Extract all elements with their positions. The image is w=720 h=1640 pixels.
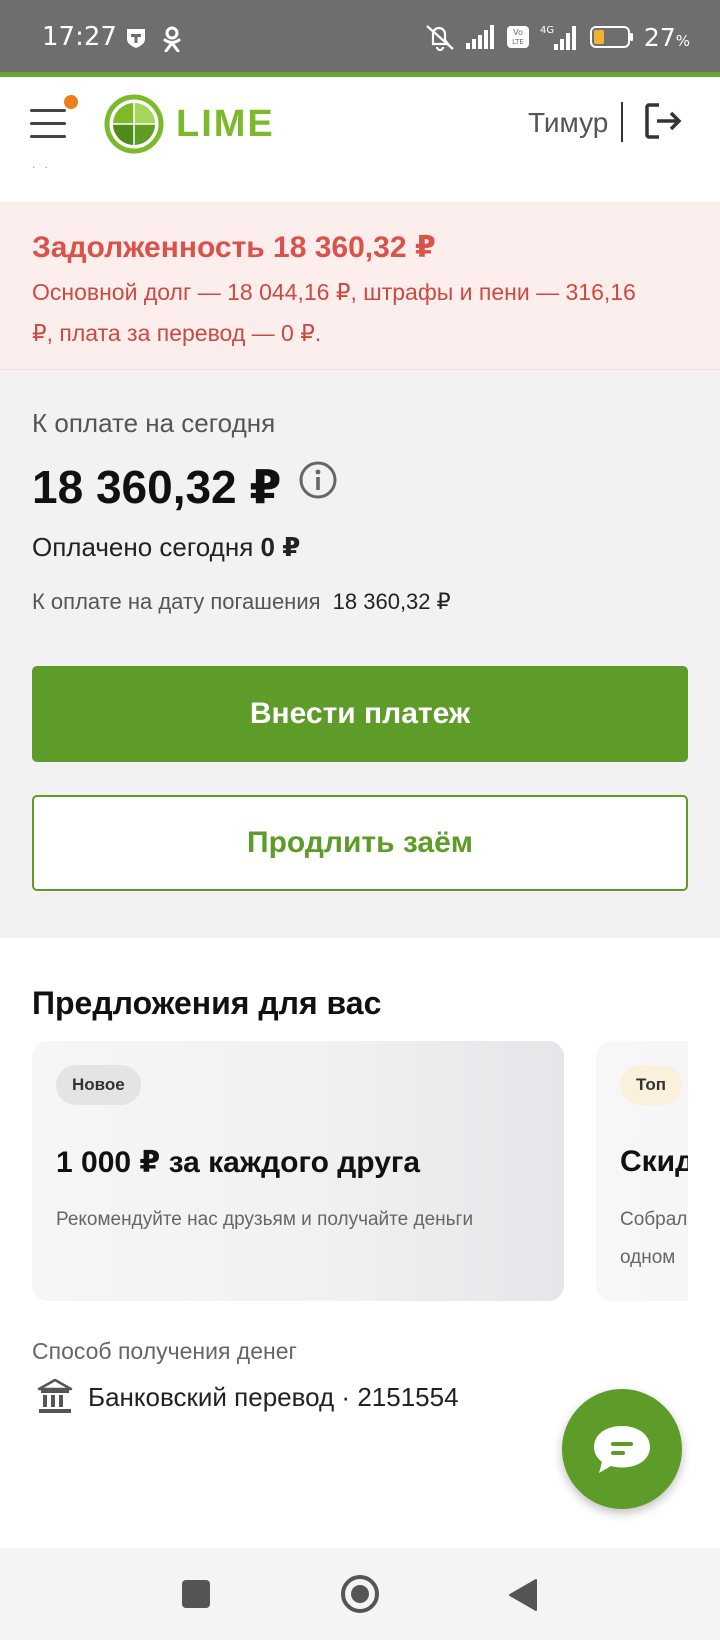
- offer-title: 1 000 ₽ за каждого друга: [56, 1146, 421, 1179]
- offer-card[interactable]: Новое 1 000 ₽ за каждого друга Рекоменду…: [32, 1041, 564, 1301]
- payment-label: К оплате на сегодня: [32, 408, 276, 438]
- payment-section: К оплате на сегодня 18 360,32 ₽ Оплачено…: [0, 370, 720, 938]
- home-icon[interactable]: [340, 1574, 380, 1614]
- user-name[interactable]: Тимур: [528, 107, 608, 139]
- chat-icon: [594, 1426, 650, 1473]
- svg-text:LTE: LTE: [512, 38, 524, 46]
- signal-4g-icon: 4G: [540, 25, 576, 50]
- battery-icon: [589, 26, 633, 48]
- volte-icon: Vo LTE: [506, 26, 529, 48]
- paid-today-label: Оплачено сегодня: [32, 532, 254, 562]
- svg-text:4G: 4G: [540, 25, 554, 36]
- due-date-value: 18 360,32 ₽: [332, 589, 451, 614]
- offers-carousel[interactable]: Новое 1 000 ₽ за каждого друга Рекоменду…: [32, 1041, 688, 1301]
- bottom-sheet-handle: [328, 1514, 392, 1548]
- status-bar: 17:27 Vo LTE 4G 27%: [0, 0, 720, 72]
- mute-icon: [426, 25, 454, 52]
- lime-logo[interactable]: LIME: [104, 94, 275, 154]
- due-date-info: К оплате на дату погашения 18 360,32 ₽: [32, 589, 451, 615]
- battery-percent: 27%: [643, 22, 690, 52]
- logo-text: LIME: [176, 102, 275, 145]
- header-divider: [621, 102, 623, 142]
- volte-text: Vo: [513, 28, 523, 37]
- app-header: LIME Тимур . .: [0, 77, 720, 173]
- offer-title: Скид: [620, 1145, 688, 1178]
- recent-apps-icon[interactable]: [182, 1580, 210, 1608]
- odnoklassniki-icon: [163, 26, 181, 52]
- make-payment-button[interactable]: Внести платеж: [32, 666, 688, 762]
- payment-amount: 18 360,32 ₽: [32, 461, 282, 513]
- receive-method-value: Банковский перевод · 2151554: [88, 1382, 459, 1412]
- offer-description: Собрал одном: [620, 1209, 688, 1268]
- signal-icon: [465, 25, 494, 49]
- lime-logo-icon: [104, 94, 164, 154]
- debt-banner: Задолженность 18 360,32 ₽ Основной долг …: [0, 202, 720, 370]
- status-left-icons: [124, 26, 182, 52]
- debt-title: Задолженность 18 360,32 ₽: [32, 231, 436, 264]
- offer-badge: Топ: [620, 1065, 682, 1105]
- menu-button[interactable]: [30, 95, 78, 139]
- due-date-label: К оплате на дату погашения: [32, 589, 321, 614]
- notification-dot: [64, 95, 78, 109]
- faint-dots: . .: [32, 157, 52, 171]
- back-icon[interactable]: [508, 1578, 538, 1612]
- system-nav-bar: [0, 1548, 720, 1640]
- logout-icon[interactable]: [643, 101, 683, 141]
- paid-today-value: 0 ₽: [260, 532, 301, 562]
- extend-loan-button[interactable]: Продлить заём: [32, 795, 688, 891]
- bank-icon: [37, 1378, 73, 1413]
- chat-button[interactable]: [562, 1389, 682, 1509]
- debt-description: Основной долг — 18 044,16 ₽, штрафы и пе…: [32, 279, 636, 346]
- offers-title: Предложения для вас: [32, 985, 382, 1021]
- offer-badge: Новое: [56, 1065, 141, 1105]
- offer-description: Рекомендуйте нас друзьям и получайте ден…: [56, 1209, 474, 1230]
- receive-method-label: Способ получения денег: [32, 1338, 297, 1364]
- status-time: 17:27: [42, 22, 117, 52]
- offer-card[interactable]: Топ Скид Собрал одном: [596, 1041, 688, 1301]
- paid-today: Оплачено сегодня 0 ₽: [32, 532, 300, 563]
- status-right-icons: Vo LTE 4G 27%: [424, 22, 690, 52]
- info-icon[interactable]: [298, 460, 338, 500]
- tinkoff-icon: [127, 29, 145, 48]
